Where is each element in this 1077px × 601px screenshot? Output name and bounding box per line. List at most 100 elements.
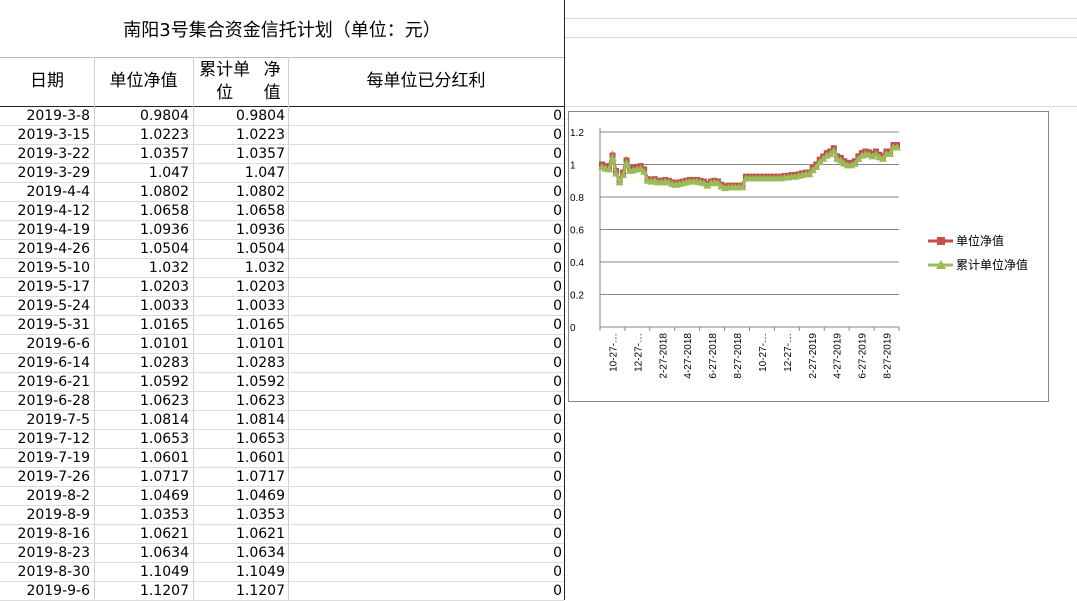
cell-dividend[interactable]: 0 bbox=[288, 278, 564, 297]
cell-cum-nav[interactable]: 1.0634 bbox=[193, 544, 288, 563]
cell-unit-nav[interactable]: 1.1049 bbox=[94, 563, 193, 582]
cell-cum-nav[interactable]: 1.0601 bbox=[193, 449, 288, 468]
nav-line-chart[interactable]: 0 0.2 0.4 0.6 0.8 1 1.2 10-27-… 12-27-… 2-27-2018… bbox=[568, 111, 1049, 402]
cell-cum-nav[interactable]: 1.0469 bbox=[193, 487, 288, 506]
cell-date[interactable]: 2019-6-14 bbox=[0, 354, 94, 373]
cell-unit-nav[interactable]: 1.0353 bbox=[94, 506, 193, 525]
cell-cum-nav[interactable]: 1.0357 bbox=[193, 145, 288, 164]
cell-unit-nav[interactable]: 1.1207 bbox=[94, 582, 193, 601]
cell-unit-nav[interactable]: 1.047 bbox=[94, 164, 193, 183]
cell-dividend[interactable]: 0 bbox=[288, 468, 564, 487]
cell-cum-nav[interactable]: 1.0203 bbox=[193, 278, 288, 297]
cell-unit-nav[interactable]: 1.0936 bbox=[94, 221, 193, 240]
cell-cum-nav[interactable]: 1.0165 bbox=[193, 316, 288, 335]
cell-unit-nav[interactable]: 1.0653 bbox=[94, 430, 193, 449]
cell-cum-nav[interactable]: 1.0353 bbox=[193, 506, 288, 525]
cell-unit-nav[interactable]: 1.0717 bbox=[94, 468, 193, 487]
cell-dividend[interactable]: 0 bbox=[288, 354, 564, 373]
cell-unit-nav[interactable]: 0.9804 bbox=[94, 107, 193, 126]
cell-cum-nav[interactable]: 1.0592 bbox=[193, 373, 288, 392]
cell-date[interactable]: 2019-4-4 bbox=[0, 183, 94, 202]
cell-dividend[interactable]: 0 bbox=[288, 240, 564, 259]
cell-unit-nav[interactable]: 1.0814 bbox=[94, 411, 193, 430]
cell-date[interactable]: 2019-8-30 bbox=[0, 563, 94, 582]
cell-unit-nav[interactable]: 1.0033 bbox=[94, 297, 193, 316]
cell-date[interactable]: 2019-5-17 bbox=[0, 278, 94, 297]
cell-unit-nav[interactable]: 1.0623 bbox=[94, 392, 193, 411]
cell-date[interactable]: 2019-8-2 bbox=[0, 487, 94, 506]
cell-cum-nav[interactable]: 1.0101 bbox=[193, 335, 288, 354]
cell-dividend[interactable]: 0 bbox=[288, 145, 564, 164]
cell-dividend[interactable]: 0 bbox=[288, 107, 564, 126]
cell-cum-nav[interactable]: 1.1207 bbox=[193, 582, 288, 601]
cell-dividend[interactable]: 0 bbox=[288, 373, 564, 392]
cell-dividend[interactable]: 0 bbox=[288, 544, 564, 563]
header-unit-nav[interactable]: 单位净值 bbox=[94, 57, 193, 107]
cell-dividend[interactable]: 0 bbox=[288, 259, 564, 278]
cell-date[interactable]: 2019-7-12 bbox=[0, 430, 94, 449]
cell-dividend[interactable]: 0 bbox=[288, 411, 564, 430]
cell-dividend[interactable]: 0 bbox=[288, 449, 564, 468]
cell-unit-nav[interactable]: 1.0203 bbox=[94, 278, 193, 297]
cell-date[interactable]: 2019-6-21 bbox=[0, 373, 94, 392]
cell-cum-nav[interactable]: 1.0623 bbox=[193, 392, 288, 411]
cell-cum-nav[interactable]: 1.0717 bbox=[193, 468, 288, 487]
cell-unit-nav[interactable]: 1.032 bbox=[94, 259, 193, 278]
sheet-title[interactable]: 南阳3号集合资金信托计划（单位：元） bbox=[0, 0, 564, 58]
cell-cum-nav[interactable]: 1.0621 bbox=[193, 525, 288, 544]
cell-date[interactable]: 2019-3-29 bbox=[0, 164, 94, 183]
cell-cum-nav[interactable]: 1.0936 bbox=[193, 221, 288, 240]
cell-dividend[interactable]: 0 bbox=[288, 506, 564, 525]
cell-date[interactable]: 2019-9-6 bbox=[0, 582, 94, 601]
cell-cum-nav[interactable]: 1.1049 bbox=[193, 563, 288, 582]
cell-unit-nav[interactable]: 1.0634 bbox=[94, 544, 193, 563]
cell-date[interactable]: 2019-7-26 bbox=[0, 468, 94, 487]
cell-unit-nav[interactable]: 1.0802 bbox=[94, 183, 193, 202]
cell-dividend[interactable]: 0 bbox=[288, 202, 564, 221]
cell-dividend[interactable]: 0 bbox=[288, 297, 564, 316]
cell-dividend[interactable]: 0 bbox=[288, 430, 564, 449]
cell-unit-nav[interactable]: 1.0658 bbox=[94, 202, 193, 221]
cell-unit-nav[interactable]: 1.0601 bbox=[94, 449, 193, 468]
cell-cum-nav[interactable]: 1.0283 bbox=[193, 354, 288, 373]
cell-dividend[interactable]: 0 bbox=[288, 221, 564, 240]
cell-cum-nav[interactable]: 1.0223 bbox=[193, 126, 288, 145]
cell-cum-nav[interactable]: 1.0033 bbox=[193, 297, 288, 316]
cell-dividend[interactable]: 0 bbox=[288, 525, 564, 544]
cell-dividend[interactable]: 0 bbox=[288, 126, 564, 145]
cell-cum-nav[interactable]: 1.0504 bbox=[193, 240, 288, 259]
cell-date[interactable]: 2019-7-5 bbox=[0, 411, 94, 430]
cell-cum-nav[interactable]: 1.0658 bbox=[193, 202, 288, 221]
cell-date[interactable]: 2019-4-12 bbox=[0, 202, 94, 221]
cell-dividend[interactable]: 0 bbox=[288, 563, 564, 582]
cell-cum-nav[interactable]: 1.032 bbox=[193, 259, 288, 278]
cell-unit-nav[interactable]: 1.0621 bbox=[94, 525, 193, 544]
cell-cum-nav[interactable]: 1.0802 bbox=[193, 183, 288, 202]
cell-dividend[interactable]: 0 bbox=[288, 582, 564, 601]
cell-unit-nav[interactable]: 1.0283 bbox=[94, 354, 193, 373]
cell-date[interactable]: 2019-5-10 bbox=[0, 259, 94, 278]
cell-date[interactable]: 2019-8-16 bbox=[0, 525, 94, 544]
cell-dividend[interactable]: 0 bbox=[288, 335, 564, 354]
cell-date[interactable]: 2019-4-26 bbox=[0, 240, 94, 259]
cell-cum-nav[interactable]: 1.047 bbox=[193, 164, 288, 183]
cell-dividend[interactable]: 0 bbox=[288, 164, 564, 183]
cell-unit-nav[interactable]: 1.0469 bbox=[94, 487, 193, 506]
cell-date[interactable]: 2019-4-19 bbox=[0, 221, 94, 240]
cell-date[interactable]: 2019-8-9 bbox=[0, 506, 94, 525]
cell-cum-nav[interactable]: 1.0814 bbox=[193, 411, 288, 430]
cell-date[interactable]: 2019-3-8 bbox=[0, 107, 94, 126]
cell-date[interactable]: 2019-6-28 bbox=[0, 392, 94, 411]
header-date[interactable]: 日期 bbox=[0, 57, 94, 107]
cell-dividend[interactable]: 0 bbox=[288, 183, 564, 202]
cell-date[interactable]: 2019-8-23 bbox=[0, 544, 94, 563]
cell-unit-nav[interactable]: 1.0101 bbox=[94, 335, 193, 354]
cell-unit-nav[interactable]: 1.0223 bbox=[94, 126, 193, 145]
cell-date[interactable]: 2019-3-15 bbox=[0, 126, 94, 145]
cell-date[interactable]: 2019-5-24 bbox=[0, 297, 94, 316]
header-cum-nav[interactable]: 累计单位 净值 bbox=[193, 57, 288, 107]
cell-date[interactable]: 2019-7-19 bbox=[0, 449, 94, 468]
header-dividend[interactable]: 每单位已分红利 bbox=[288, 57, 564, 107]
cell-unit-nav[interactable]: 1.0357 bbox=[94, 145, 193, 164]
cell-date[interactable]: 2019-5-31 bbox=[0, 316, 94, 335]
